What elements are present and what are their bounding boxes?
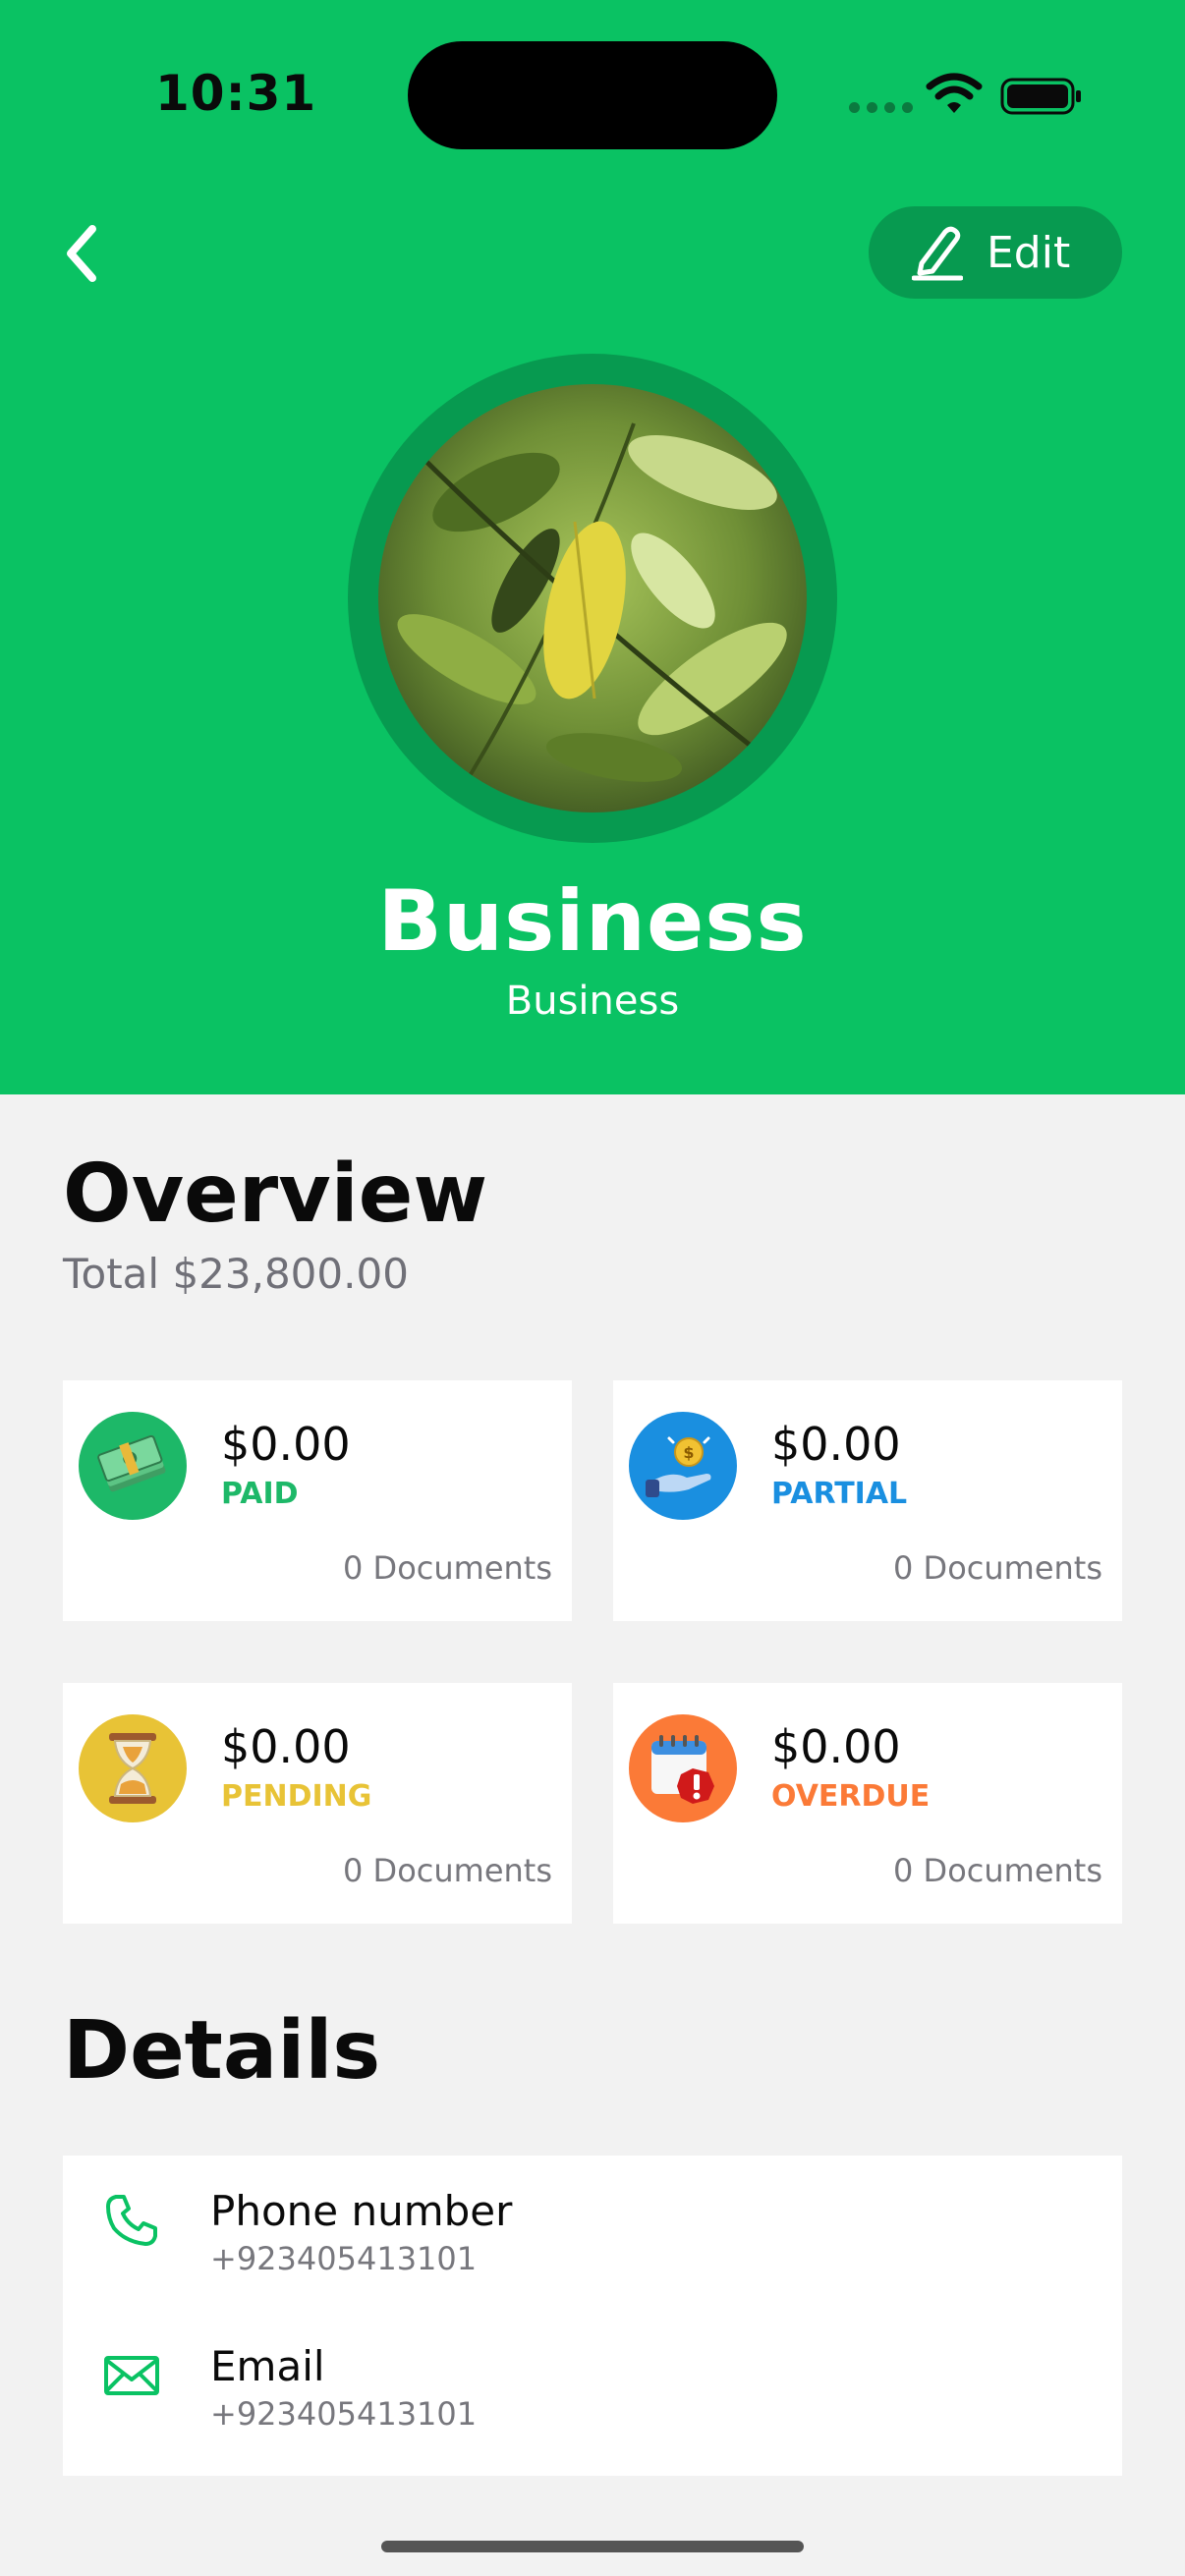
details-title: Details — [63, 2004, 381, 2098]
overdue-status: OVERDUE — [771, 1779, 931, 1814]
details-card: Phone number +923405413101 Email +923405… — [63, 2156, 1122, 2476]
pending-card[interactable]: $0.00 PENDING 0 Documents — [63, 1683, 572, 1924]
overview-total: Total $23,800.00 — [63, 1250, 409, 1298]
wifi-icon — [926, 73, 983, 113]
hand-coin-icon: $ — [629, 1412, 737, 1520]
email-value: +923405413101 — [210, 2395, 478, 2433]
home-indicator[interactable] — [381, 2541, 804, 2552]
paid-card[interactable]: $0.00 PAID 0 Documents — [63, 1380, 572, 1621]
partial-status: PARTIAL — [771, 1477, 908, 1511]
paid-status: PAID — [221, 1477, 299, 1511]
status-time: 10:31 — [155, 65, 317, 122]
paid-documents: 0 Documents — [343, 1549, 552, 1587]
back-button[interactable] — [49, 214, 112, 293]
chevron-left-icon — [67, 225, 96, 282]
battery-icon — [1000, 78, 1081, 115]
overdue-amount: $0.00 — [771, 1720, 901, 1773]
pending-amount: $0.00 — [221, 1720, 351, 1773]
overdue-documents: 0 Documents — [893, 1852, 1102, 1889]
avatar[interactable] — [378, 384, 807, 812]
overdue-card[interactable]: $0.00 OVERDUE 0 Documents — [613, 1683, 1122, 1924]
pending-status: PENDING — [221, 1779, 372, 1814]
svg-text:$: $ — [683, 1443, 694, 1462]
mail-icon — [104, 2356, 159, 2395]
profile-header: 10:31 Edit Business Business — [0, 0, 1185, 1094]
pencil-icon — [912, 226, 963, 281]
business-name: Business — [377, 872, 808, 971]
dynamic-island — [408, 41, 777, 149]
phone-icon — [106, 2195, 157, 2246]
partial-card[interactable]: $ $0.00 PARTIAL 0 Documents — [613, 1380, 1122, 1621]
calendar-alert-icon — [629, 1714, 737, 1822]
edit-button[interactable]: Edit — [869, 206, 1122, 299]
phone-value: +923405413101 — [210, 2240, 478, 2277]
hourglass-icon — [79, 1714, 187, 1822]
edit-label: Edit — [987, 227, 1071, 278]
email-label: Email — [210, 2342, 325, 2390]
paid-amount: $0.00 — [221, 1418, 351, 1471]
detail-row-phone[interactable]: Phone number +923405413101 — [63, 2156, 1122, 2303]
partial-documents: 0 Documents — [893, 1549, 1102, 1587]
partial-amount: $0.00 — [771, 1418, 901, 1471]
detail-row-email[interactable]: Email +923405413101 — [63, 2311, 1122, 2458]
overview-title: Overview — [63, 1148, 488, 1241]
signal-icon — [849, 102, 913, 113]
business-subtitle: Business — [505, 979, 680, 1024]
pending-documents: 0 Documents — [343, 1852, 552, 1889]
cash-stack-icon — [79, 1412, 187, 1520]
avatar-photo — [378, 384, 807, 812]
phone-label: Phone number — [210, 2187, 513, 2235]
